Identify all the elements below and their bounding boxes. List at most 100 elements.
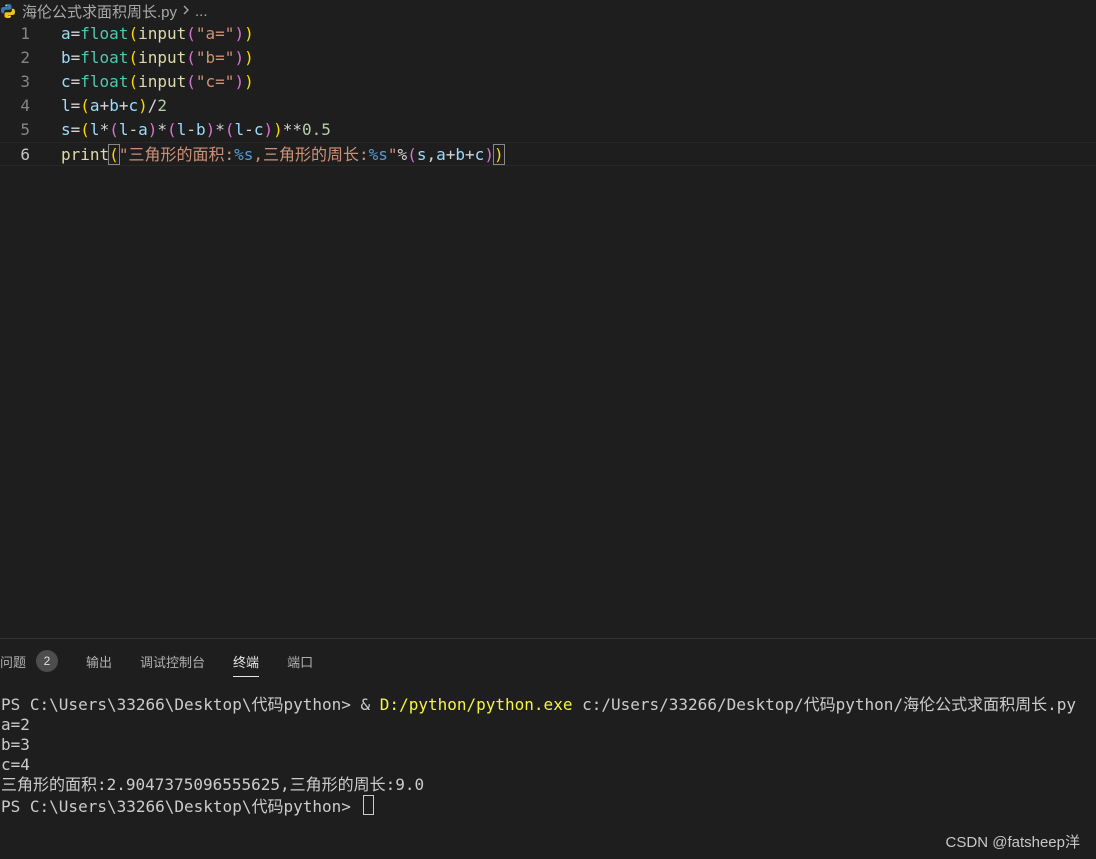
terminal-output-line: 三角形的面积:2.9047375096555625,三角形的周长:9.0 xyxy=(1,775,425,794)
code-editor[interactable]: 1 a=float(input("a=")) 2 b=float(input("b="… xyxy=(0,22,1096,638)
code-token: c xyxy=(253,120,264,139)
code-token: ) xyxy=(138,96,148,115)
terminal-executable: D:/python/python.exe xyxy=(379,695,573,714)
code-line[interactable]: 4 l=(a+b+c)/2 xyxy=(0,94,1096,118)
code-token: b xyxy=(455,145,466,164)
terminal-prompt-line: PS C:\Users\33266\Desktop\代码python> xyxy=(1,795,1091,816)
code-token: print xyxy=(61,145,110,164)
code-token: "b=" xyxy=(195,48,235,67)
vscode-window: 海伦公式求面积周长.py ... 1 a=float(input("a=")) 2 b… xyxy=(0,0,1096,859)
code-token: ) xyxy=(244,24,254,43)
problems-count-badge: 2 xyxy=(36,650,59,672)
code-line[interactable]: 1 a=float(input("a=")) xyxy=(0,22,1096,46)
code-token: "三角形的面积: xyxy=(118,145,235,164)
code-token: ( xyxy=(407,145,417,164)
code-token: b xyxy=(195,120,206,139)
code-token: ) xyxy=(492,144,505,165)
code-token: l xyxy=(234,120,245,139)
terminal-ampersand: & xyxy=(360,695,380,714)
code-token: ) xyxy=(205,120,216,139)
terminal[interactable]: PS C:\Users\33266\Desktop\代码python> & D:… xyxy=(1,695,1091,816)
code-token: ( xyxy=(108,144,120,165)
code-token: ) xyxy=(263,120,274,139)
breadcrumb-more[interactable]: ... xyxy=(195,3,208,20)
code-token: ) xyxy=(234,48,245,67)
code-text: b=float(input("b=")) xyxy=(61,46,254,70)
code-token: a xyxy=(436,145,446,164)
code-token: " xyxy=(387,145,398,164)
code-token: input xyxy=(138,48,187,67)
code-token: + xyxy=(465,145,475,164)
code-token: / xyxy=(147,96,158,115)
panel-tabs: 问题 2 输出 调试控制台 终端 端口 xyxy=(0,639,341,683)
terminal-output-line: a=2 xyxy=(1,715,30,734)
code-token: = xyxy=(70,72,81,91)
code-token: - xyxy=(244,120,254,139)
code-token: * xyxy=(99,120,110,139)
line-number: 2 xyxy=(20,48,30,67)
code-token: a xyxy=(61,24,71,43)
code-line[interactable]: 5 s=(l*(l-a)*(l-b)*(l-c))**0.5 xyxy=(0,118,1096,142)
tab-label: 问题 xyxy=(0,654,27,670)
code-token: * xyxy=(157,120,168,139)
code-token: ) xyxy=(484,145,494,164)
bottom-panel: 问题 2 输出 调试控制台 终端 端口 PS C:\Users\33266\Desktop… xyxy=(0,638,1096,859)
code-token: , xyxy=(426,145,437,164)
code-line[interactable]: 6 print("三角形的面积:%s,三角形的周长:%s"%(s,a+b+c)) xyxy=(0,142,1096,166)
tab-label: 端口 xyxy=(287,654,314,670)
code-token: - xyxy=(186,120,196,139)
tab-terminal[interactable]: 终端 xyxy=(233,639,260,683)
code-token: ( xyxy=(80,96,90,115)
code-text: s=(l*(l-a)*(l-b)*(l-c))**0.5 xyxy=(61,118,331,142)
code-token: ( xyxy=(128,48,139,67)
code-token: float xyxy=(80,72,129,91)
tab-label: 输出 xyxy=(86,654,113,670)
code-token: input xyxy=(138,72,187,91)
code-token: ,三角形的周长: xyxy=(253,145,369,164)
code-token: c xyxy=(128,96,139,115)
terminal-prompt: PS C:\Users\33266\Desktop\代码python> xyxy=(1,797,361,816)
code-token: l xyxy=(89,120,100,139)
tab-ports[interactable]: 端口 xyxy=(287,639,313,683)
code-token: %s xyxy=(368,145,388,164)
code-token: s xyxy=(61,120,71,139)
terminal-argument: c:/Users/33266/Desktop/代码python/海伦公式求面积周… xyxy=(572,695,1076,714)
watermark: CSDN @fatsheep洋 xyxy=(945,834,1080,851)
code-token: ( xyxy=(167,120,177,139)
code-token: ( xyxy=(186,48,196,67)
code-token: %s xyxy=(234,145,254,164)
terminal-command-line: PS C:\Users\33266\Desktop\代码python> & D:… xyxy=(1,695,1091,715)
code-token: + xyxy=(99,96,110,115)
code-line[interactable]: 3 c=float(input("c=")) xyxy=(0,70,1096,94)
code-token: = xyxy=(70,96,81,115)
tab-label: 终端 xyxy=(233,654,260,670)
chevron-right-icon xyxy=(181,3,191,20)
code-token: = xyxy=(70,120,81,139)
line-number: 3 xyxy=(20,72,30,91)
code-token: ) xyxy=(147,120,158,139)
code-token: b xyxy=(61,48,71,67)
code-token: + xyxy=(445,145,456,164)
code-text: print("三角形的面积:%s,三角形的周长:%s"%(s,a+b+c)) xyxy=(61,143,505,167)
terminal-output-line: b=3 xyxy=(1,735,30,754)
code-token: b xyxy=(109,96,119,115)
code-line[interactable]: 2 b=float(input("b=")) xyxy=(0,46,1096,70)
code-token: l xyxy=(176,120,187,139)
python-icon xyxy=(0,3,16,19)
code-token: ( xyxy=(186,24,196,43)
code-token: input xyxy=(138,24,187,43)
tab-debug-console[interactable]: 调试控制台 xyxy=(140,639,205,683)
code-token: 0.5 xyxy=(302,120,331,139)
code-token: % xyxy=(397,145,408,164)
code-token: "c=" xyxy=(195,72,235,91)
code-token: a xyxy=(138,120,148,139)
code-token: * xyxy=(215,120,225,139)
breadcrumb-file[interactable]: 海伦公式求面积周长.py xyxy=(22,1,177,22)
code-token: ( xyxy=(109,120,119,139)
code-token: ( xyxy=(128,72,139,91)
code-token: ( xyxy=(224,120,235,139)
code-token: c xyxy=(61,72,71,91)
code-text: c=float(input("c=")) xyxy=(61,70,254,94)
tab-problems[interactable]: 问题 2 xyxy=(0,639,59,683)
tab-output[interactable]: 输出 xyxy=(86,639,112,683)
